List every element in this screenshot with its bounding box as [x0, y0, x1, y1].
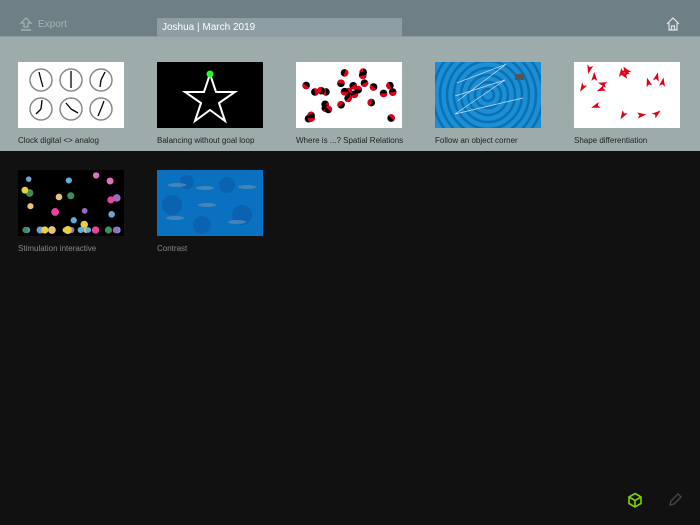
- shape: [104, 226, 113, 234]
- active-exercises-band: Clock digital <> analog Balancing withou…: [0, 37, 700, 151]
- arrows-thumbnail: [574, 62, 680, 128]
- shape: [65, 177, 72, 184]
- exercise-tile-shape[interactable]: Shape differentiation: [574, 62, 680, 145]
- shape: [22, 226, 29, 234]
- shape: [108, 211, 115, 218]
- exercise-label: Contrast: [157, 244, 188, 253]
- exercise-label: Shape differentiation: [574, 136, 648, 145]
- exercise-label: Clock digital <> analog: [18, 136, 99, 145]
- shape: [77, 226, 84, 234]
- exercise-tile-balancing[interactable]: Balancing without goal loop: [157, 62, 263, 145]
- top-bar: Export Joshua | March 2019: [0, 0, 700, 37]
- shape: [70, 217, 77, 224]
- shape: [85, 227, 92, 233]
- cube-icon[interactable]: [627, 492, 643, 508]
- shape: [81, 207, 88, 214]
- shape: [51, 208, 59, 216]
- shape: [63, 226, 72, 234]
- dots-thumbnail: [296, 62, 402, 128]
- shape: [106, 177, 114, 185]
- exercise-label: Where is ...? Spatial Relations: [296, 136, 404, 145]
- shape: [112, 194, 121, 202]
- stimulation-thumbnail: [18, 170, 124, 236]
- shape: [48, 226, 56, 234]
- shape: [41, 226, 49, 234]
- star-thumbnail: [157, 62, 263, 128]
- shape: [92, 172, 100, 179]
- shape: [21, 186, 29, 194]
- exercise-tile-contrast[interactable]: Contrast: [157, 170, 263, 253]
- shape: [25, 176, 32, 182]
- contrast-thumbnail: [157, 170, 263, 236]
- spiral-thumbnail: [435, 62, 541, 128]
- exercise-label: Balancing without goal loop: [157, 136, 255, 145]
- clock-thumbnail: [18, 62, 124, 128]
- exercise-tile-clock[interactable]: Clock digital <> analog: [18, 62, 124, 145]
- shape: [55, 193, 63, 201]
- shape: [27, 203, 34, 210]
- shape: [91, 226, 100, 234]
- exercise-tile-follow[interactable]: Follow an object corner: [435, 62, 541, 145]
- exercise-label: Stimulation interactive: [18, 244, 97, 253]
- shape: [67, 192, 75, 200]
- shape: [112, 226, 120, 234]
- exercise-label: Follow an object corner: [435, 136, 518, 145]
- session-title-field[interactable]: Joshua | March 2019: [157, 18, 402, 37]
- exercise-tile-stimulation[interactable]: Stimulation interactive: [18, 170, 124, 253]
- export-button[interactable]: Export: [20, 17, 67, 31]
- upload-icon: [20, 17, 32, 31]
- export-label: Export: [38, 18, 67, 30]
- exercise-tile-spatial[interactable]: Where is ...? Spatial Relations: [296, 62, 404, 145]
- pencil-icon[interactable]: [668, 493, 682, 507]
- home-icon[interactable]: [666, 17, 680, 31]
